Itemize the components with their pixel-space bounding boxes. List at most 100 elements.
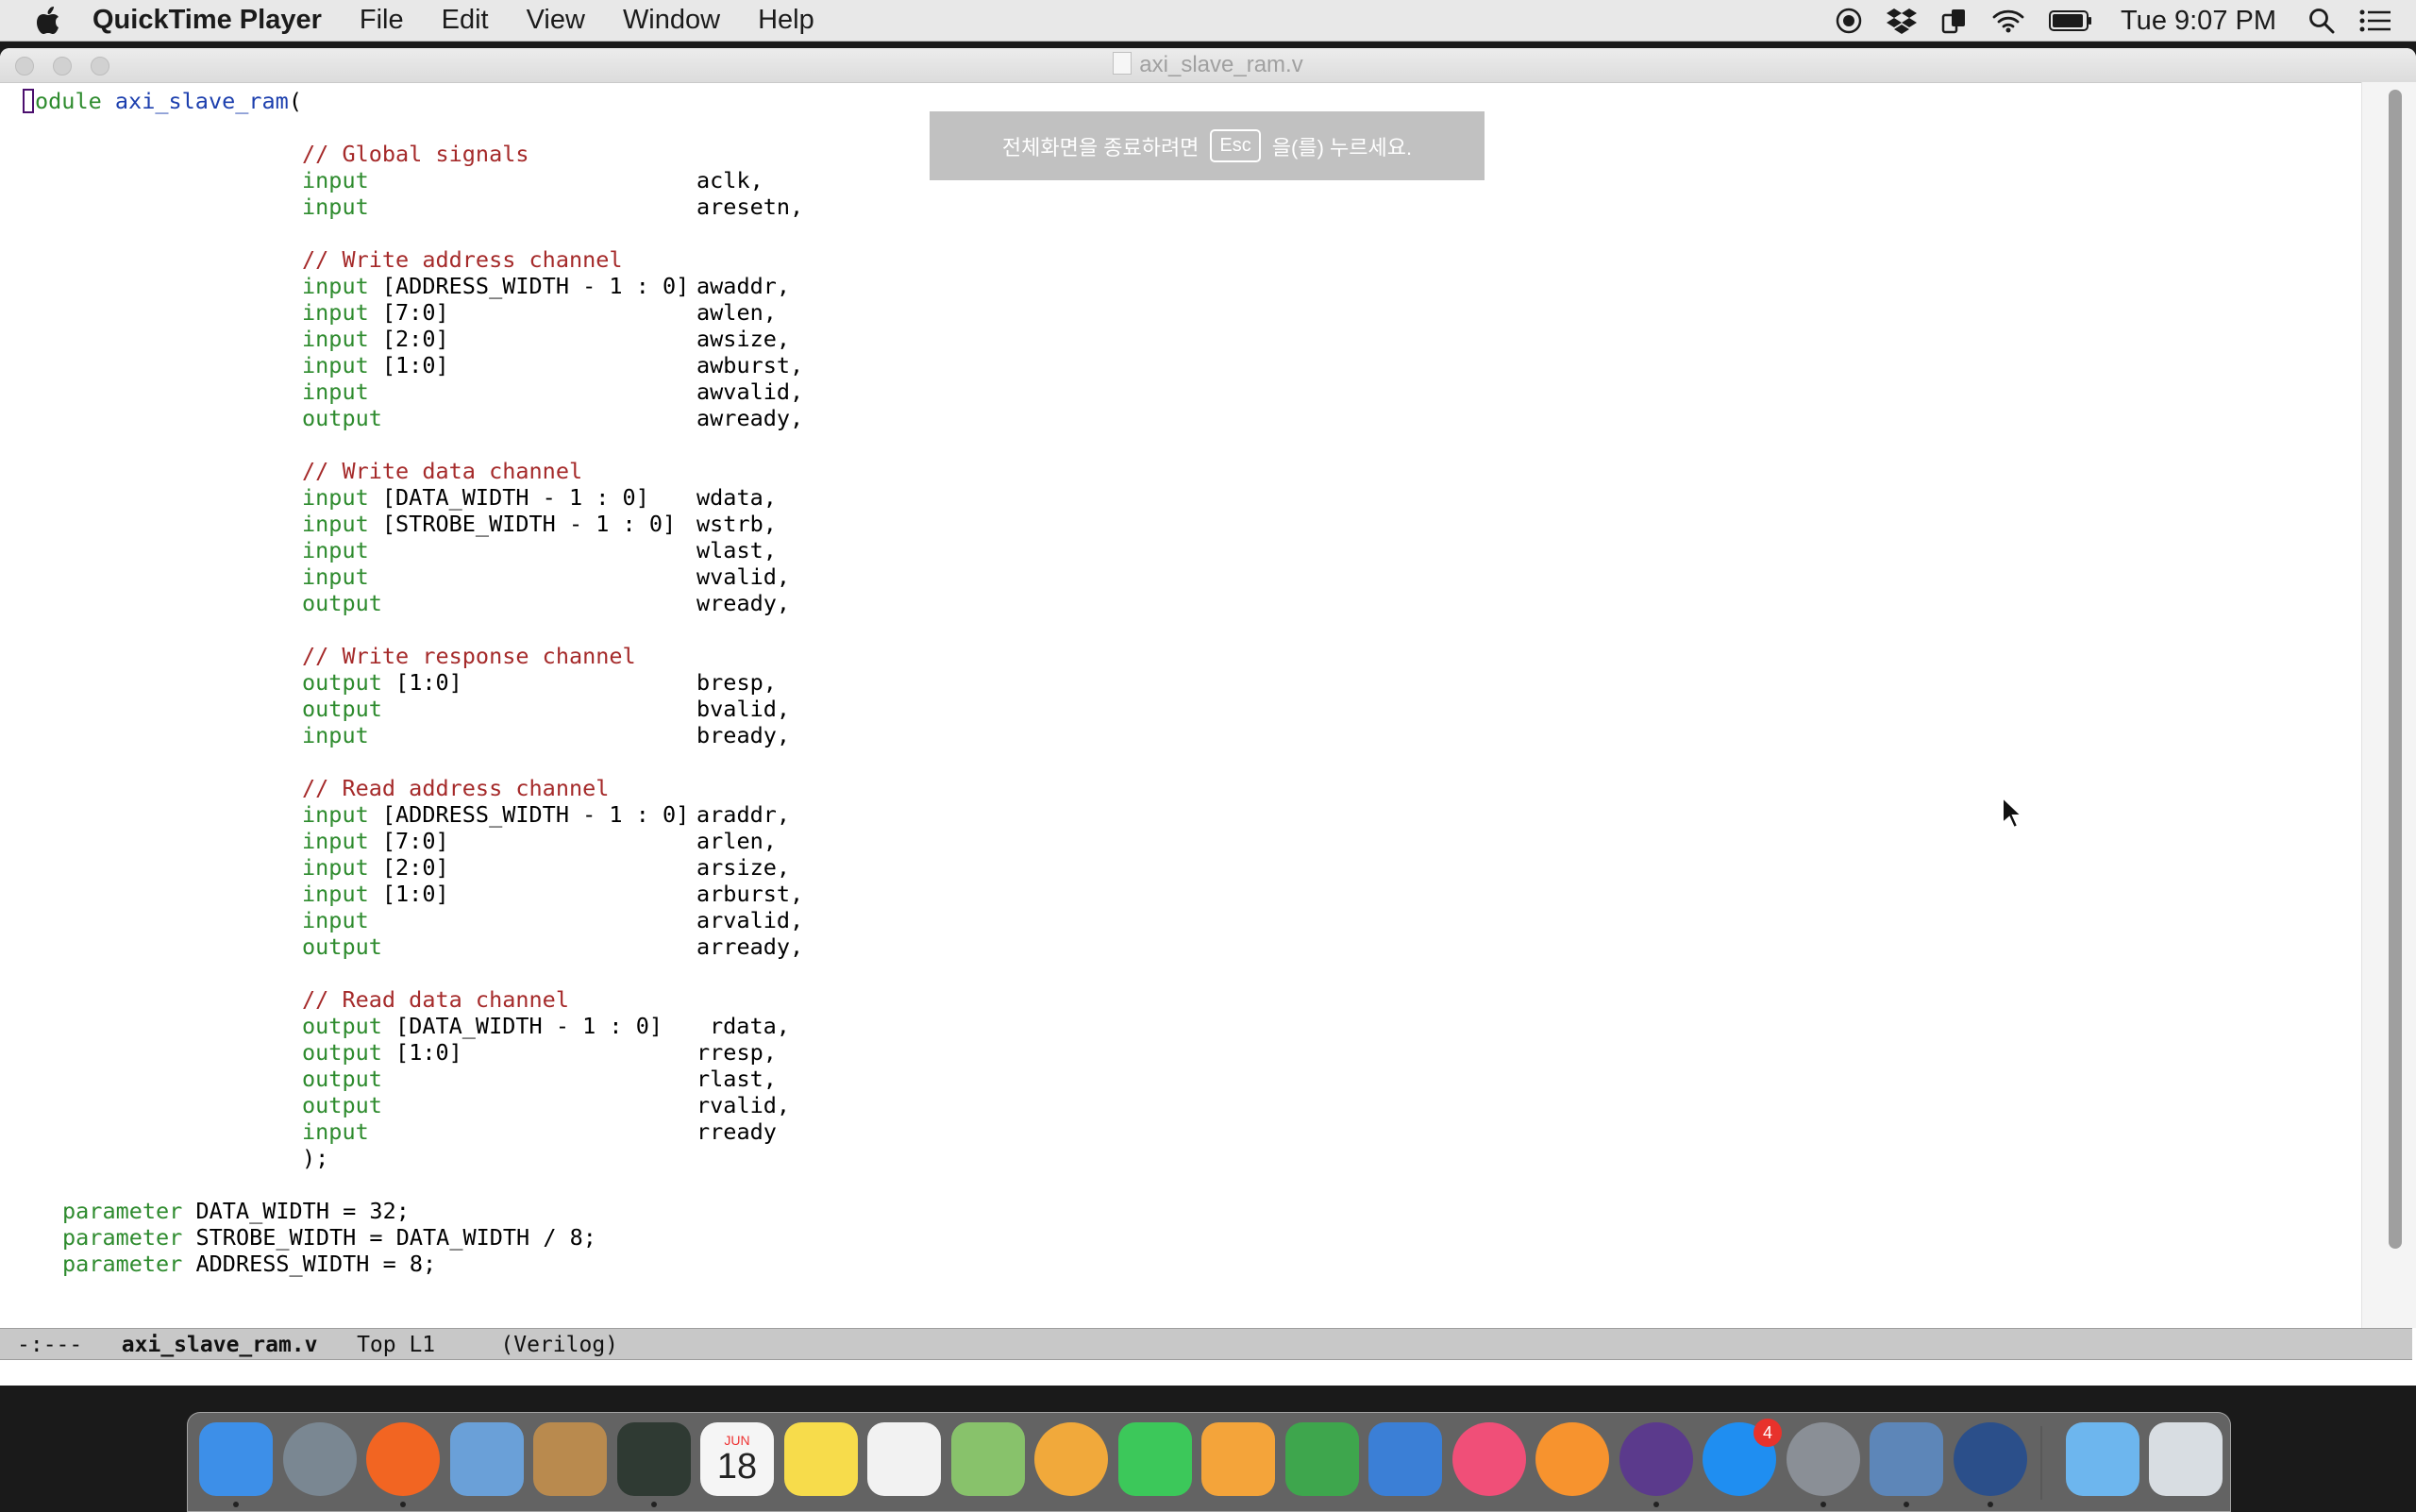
port-direction: output (302, 1066, 382, 1092)
downloads-folder-icon[interactable] (2066, 1422, 2139, 1496)
menu-file[interactable]: File (360, 5, 404, 36)
port-name: arburst, (696, 881, 804, 907)
numbers-icon[interactable] (1284, 1422, 1359, 1496)
port-direction: input (302, 326, 369, 352)
code-comment: // Write response channel (302, 643, 636, 669)
port-range: [2:0] (381, 854, 449, 881)
parameter-definition: DATA_WIDTH = 32; (195, 1198, 410, 1224)
port-name: wstrb, (696, 511, 777, 537)
port-direction: input (302, 273, 369, 299)
sync-icon[interactable] (1941, 8, 1968, 34)
title-bar[interactable]: axi_slave_ram.v (0, 48, 2416, 83)
port-name: arready, (696, 933, 804, 960)
finder-icon[interactable] (199, 1422, 273, 1496)
port-name: arvalid, (696, 907, 804, 933)
port-range: [1:0] (395, 1039, 462, 1066)
code-comment: // Write data channel (302, 458, 583, 484)
port-direction: output (302, 1039, 382, 1066)
running-indicator (1653, 1502, 1659, 1507)
port-range: [ADDRESS_WIDTH - 1 : 0] (381, 273, 690, 299)
menu-view[interactable]: View (527, 5, 585, 36)
scroll-thumb[interactable] (2389, 90, 2402, 1249)
port-range: [2:0] (381, 326, 449, 352)
port-name: wvalid, (696, 563, 791, 590)
notes-icon[interactable] (783, 1422, 858, 1496)
screen-record-icon[interactable] (1836, 8, 1862, 34)
port-range: [DATA_WIDTH - 1 : 0] (381, 484, 649, 511)
apple-logo-icon[interactable] (36, 6, 60, 35)
code-line[interactable]: odule axi_slave_ram( (23, 88, 302, 114)
port-name: arlen, (696, 828, 777, 854)
code-editor[interactable]: odule axi_slave_ram(// Global signals inp… (0, 82, 2361, 1328)
port-name: awsize, (696, 326, 791, 352)
calendar-icon[interactable]: JUN 18 (700, 1422, 774, 1496)
port-direction: input (302, 854, 369, 881)
menu-help[interactable]: Help (758, 5, 814, 36)
code-comment: // Read address channel (302, 775, 610, 801)
port-range: [STROBE_WIDTH - 1 : 0] (381, 511, 677, 537)
quicktime-icon[interactable] (1953, 1422, 2027, 1496)
app-store-icon[interactable]: 4 (1703, 1419, 1782, 1496)
port-range: [1:0] (395, 669, 462, 696)
firefox-icon[interactable] (366, 1422, 440, 1496)
app-name-menu[interactable]: QuickTime Player (92, 5, 322, 36)
mail-icon[interactable] (449, 1422, 524, 1496)
pages-icon[interactable] (1201, 1422, 1275, 1496)
activity-monitor-icon[interactable] (616, 1422, 691, 1496)
menu-window[interactable]: Window (623, 5, 720, 36)
menu-clock[interactable]: Tue 9:07 PM (2121, 6, 2276, 37)
port-direction: output (302, 1092, 382, 1118)
wifi-icon[interactable] (1992, 8, 2024, 33)
menu-edit[interactable]: Edit (442, 5, 489, 36)
itunes-icon[interactable] (1451, 1422, 1526, 1496)
reminders-icon[interactable] (867, 1422, 941, 1496)
spotlight-search-icon[interactable] (2308, 8, 2335, 34)
port-direction: input (302, 352, 369, 378)
ibooks-icon[interactable] (1535, 1422, 1609, 1496)
running-indicator (1987, 1502, 1993, 1507)
code-line[interactable]: parameter STROBE_WIDTH = DATA_WIDTH / 8; (62, 1224, 596, 1251)
text-cursor (23, 89, 34, 113)
battery-icon[interactable] (2049, 9, 2092, 32)
port-direction: output (302, 1013, 382, 1039)
system-preferences-icon[interactable] (1786, 1422, 1860, 1496)
port-name: awvalid, (696, 378, 804, 405)
launchpad-icon[interactable] (282, 1422, 357, 1496)
port-name: rresp, (696, 1039, 777, 1066)
modeline-mode: (Verilog) (500, 1333, 619, 1357)
emacs-icon[interactable] (1619, 1422, 1693, 1496)
trash-icon[interactable] (2149, 1422, 2223, 1496)
dock: JUN 18 4 (187, 1412, 2231, 1512)
port-direction: input (302, 907, 369, 933)
port-name: wdata, (696, 484, 777, 511)
port-name: awaddr, (696, 273, 791, 299)
quicktime-window: axi_slave_ram.v 전체화면을 종료하려면 Esc 을(를) 누르세… (0, 48, 2416, 1386)
port-direction: input (302, 537, 369, 563)
facetime-icon[interactable] (1117, 1422, 1192, 1496)
minibuffer[interactable] (0, 1360, 2416, 1386)
keynote-icon[interactable] (1368, 1422, 1442, 1496)
port-name: rlast, (696, 1066, 777, 1092)
port-name: wready, (696, 590, 791, 616)
code-comment: // Read data channel (302, 986, 569, 1013)
code-line[interactable]: parameter DATA_WIDTH = 32; (62, 1198, 410, 1224)
port-name: rready (696, 1118, 777, 1145)
contacts-icon[interactable] (533, 1422, 607, 1496)
editor-scrollbar[interactable] (2361, 82, 2416, 1328)
code-line[interactable]: parameter ADDRESS_WIDTH = 8; (62, 1251, 436, 1277)
port-direction: input (302, 563, 369, 590)
maps-icon[interactable] (950, 1422, 1025, 1496)
port-name: bready, (696, 722, 791, 748)
port-direction: input (302, 801, 369, 828)
photos-icon[interactable] (1034, 1422, 1108, 1496)
window-title: axi_slave_ram.v (0, 52, 2416, 78)
port-direction: input (302, 1118, 369, 1145)
menu-bar: QuickTime Player File Edit View Window H… (0, 0, 2416, 42)
dropbox-icon[interactable] (1887, 8, 1918, 34)
port-range: [1:0] (381, 352, 449, 378)
fullscreen-hint-text: 전체화면을 종료하려면 (1001, 135, 1200, 160)
port-name: araddr, (696, 801, 791, 828)
preview-icon[interactable] (1870, 1422, 1943, 1496)
notification-center-icon[interactable] (2359, 8, 2391, 33)
running-indicator (233, 1502, 239, 1507)
